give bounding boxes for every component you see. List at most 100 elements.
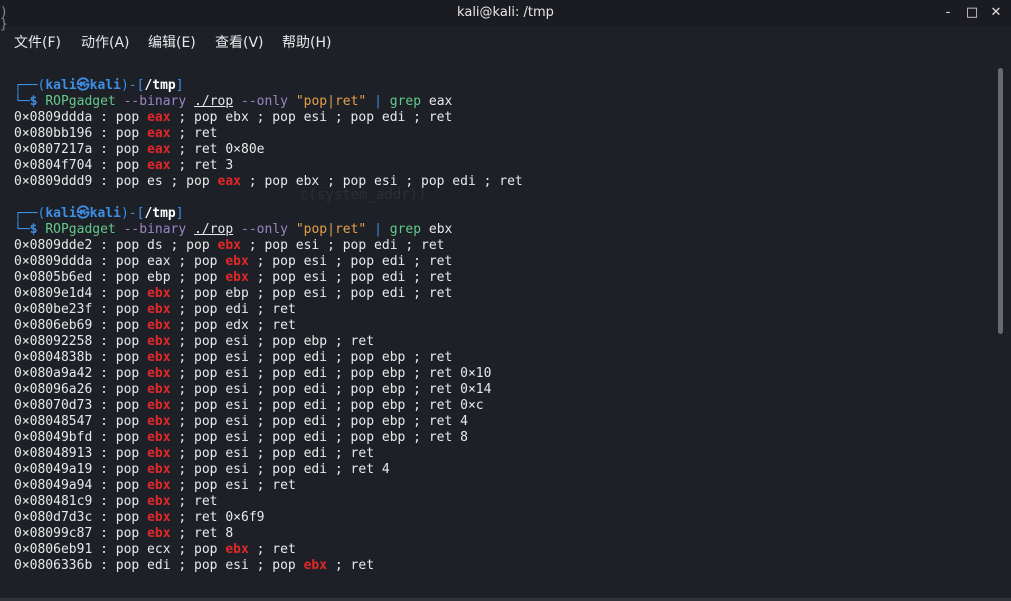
gadget-output-line: 0×0809ddd9 : pop es ; pop eax ; pop ebx … xyxy=(14,174,523,189)
gadget-output-line: 0×0804838b : pop ebx ; pop esi ; pop edi… xyxy=(14,350,453,365)
command-pattern: "pop|ret" xyxy=(295,222,367,237)
prompt-corner: └─ xyxy=(14,94,30,109)
menu-view[interactable]: 查看(V) xyxy=(215,32,264,52)
register-highlight: ebx xyxy=(147,286,171,301)
register-highlight: eax xyxy=(147,110,171,125)
prompt-close: ] xyxy=(175,78,184,93)
command-flag: --binary xyxy=(123,94,187,109)
maximize-button[interactable]: □ xyxy=(962,3,982,23)
register-highlight: ebx xyxy=(147,478,171,493)
register-highlight: ebx xyxy=(225,270,249,285)
command-grep: grep xyxy=(389,222,422,237)
title-bar: ) kali@kali: /tmp - □ ✕ xyxy=(0,0,1011,26)
prompt-corner: ┌──( xyxy=(14,206,46,221)
scrollbar[interactable] xyxy=(994,56,1011,601)
minimize-button[interactable]: - xyxy=(938,3,958,23)
menu-file[interactable]: 文件(F) xyxy=(14,32,61,52)
gadget-output-line: 0×0805b6ed : pop ebp ; pop ebx ; pop esi… xyxy=(14,270,453,285)
prompt-line: ┌──(kali㉿kali)-[/tmp] xyxy=(14,206,523,222)
prompt-close: ] xyxy=(175,206,184,221)
prompt-corner: ┌──( xyxy=(14,78,46,93)
prompt-separator: )-[ xyxy=(120,206,145,221)
gadget-output-line: 0×08092258 : pop ebx ; pop esi ; pop ebp… xyxy=(14,334,375,349)
command-flag: --only xyxy=(241,222,288,237)
register-highlight: ebx xyxy=(147,334,171,349)
prompt-host: kali xyxy=(89,206,121,221)
register-highlight: ebx xyxy=(147,494,171,509)
command-binary: ./rop xyxy=(194,222,234,237)
register-highlight: ebx xyxy=(147,302,171,317)
gadget-output-line: 0×0809ddda : pop eax ; pop ebx ; pop esi… xyxy=(14,110,453,125)
register-highlight: ebx xyxy=(147,350,171,365)
register-highlight: ebx xyxy=(147,446,171,461)
prompt-user: kali xyxy=(45,206,77,221)
menu-edit[interactable]: 编辑(E) xyxy=(148,32,196,52)
edge-brace-glyph: } xyxy=(0,17,8,32)
register-highlight: eax xyxy=(217,174,241,189)
prompt-user: kali xyxy=(45,78,77,93)
prompt-line: ┌──(kali㉿kali)-[/tmp] xyxy=(14,78,523,94)
register-highlight: ebx xyxy=(225,254,249,269)
gadget-output-line: 0×08099c87 : pop ebx ; ret 8 xyxy=(14,526,234,541)
register-highlight: ebx xyxy=(147,526,171,541)
command-binary: ./rop xyxy=(194,94,234,109)
register-highlight: ebx xyxy=(147,510,171,525)
register-highlight: eax xyxy=(147,142,171,157)
close-button[interactable]: ✕ xyxy=(986,3,1006,23)
prompt-dollar: $ xyxy=(29,222,46,237)
register-highlight: ebx xyxy=(225,542,249,557)
gadget-output-line: 0×080bb196 : pop eax ; ret xyxy=(14,126,218,141)
register-highlight: ebx xyxy=(147,462,171,477)
register-highlight: ebx xyxy=(217,238,241,253)
prompt-dollar: $ xyxy=(29,94,46,109)
prompt-at-symbol: ㉿ xyxy=(76,78,90,93)
gadget-output-line: 0×08048547 : pop ebx ; pop esi ; pop edi… xyxy=(14,414,468,429)
prompt-separator: )-[ xyxy=(120,78,145,93)
gadget-output-line: 0×0809e1d4 : pop ebx ; pop ebp ; pop esi… xyxy=(14,286,453,301)
prompt-directory: /tmp xyxy=(144,206,176,221)
gadget-output-line: 0×08049a94 : pop ebx ; pop esi ; ret xyxy=(14,478,296,493)
gadget-output-line: 0×080481c9 : pop ebx ; ret xyxy=(14,494,218,509)
register-highlight: ebx xyxy=(147,318,171,333)
gadget-output-line: 0×0809ddda : pop eax ; pop ebx ; pop esi… xyxy=(14,254,453,269)
command-pattern: "pop|ret" xyxy=(295,94,367,109)
prompt-directory: /tmp xyxy=(144,78,176,93)
scrollbar-thumb[interactable] xyxy=(998,68,1003,334)
gadget-output-line: 0×08070d73 : pop ebx ; pop esi ; pop edi… xyxy=(14,398,484,413)
command-program: ROPgadget xyxy=(45,94,116,109)
gadget-output-line: 0×08096a26 : pop ebx ; pop esi ; pop edi… xyxy=(14,382,492,397)
prompt-host: kali xyxy=(89,78,121,93)
register-highlight: ebx xyxy=(147,366,171,381)
command-pipe: | xyxy=(374,222,382,237)
prompt-corner: └─ xyxy=(14,222,30,237)
command-grep-term: eax xyxy=(428,94,453,109)
gadget-output-line: 0×08049a19 : pop ebx ; pop esi ; pop edi… xyxy=(14,462,390,477)
prompt-at-symbol: ㉿ xyxy=(76,206,90,221)
command-flag: --only xyxy=(241,94,288,109)
gadget-output-line: 0×08048913 : pop ebx ; pop esi ; pop edi… xyxy=(14,446,375,461)
gadget-output-line: 0×08049bfd : pop ebx ; pop esi ; pop edi… xyxy=(14,430,468,445)
register-highlight: ebx xyxy=(147,430,171,445)
gadget-output-line: 0×080a9a42 : pop ebx ; pop esi ; pop edi… xyxy=(14,366,492,381)
register-highlight: ebx xyxy=(303,558,328,573)
gadget-output-line: 0×0806eb91 : pop ecx ; pop ebx ; ret xyxy=(14,542,296,557)
register-highlight: ebx xyxy=(147,382,171,397)
gadget-output-line: 0×080be23f : pop ebx ; pop edi ; ret xyxy=(14,302,296,317)
register-highlight: ebx xyxy=(147,398,171,413)
gadget-output-line: 0×0809dde2 : pop ds ; pop ebx ; pop esi … xyxy=(14,238,445,253)
terminal-area[interactable]: c(system_addr)) ┌──(kali㉿kali)-[/tmp] └─$… xyxy=(0,56,994,601)
menu-action[interactable]: 动作(A) xyxy=(81,32,130,52)
command-grep: grep xyxy=(389,94,422,109)
register-highlight: ebx xyxy=(147,414,171,429)
command-line: └─$ ROPgadget --binary ./rop --only "pop… xyxy=(14,94,523,110)
command-flag: --binary xyxy=(123,222,187,237)
gadget-output-line: 0×0806336b : pop edi ; pop esi ; pop ebx… xyxy=(14,558,375,573)
gadget-output-line: 0×080d7d3c : pop ebx ; ret 0×6f9 xyxy=(14,510,265,525)
command-grep-term: ebx xyxy=(428,222,453,237)
gadget-output-line: 0×0804f704 : pop eax ; ret 3 xyxy=(14,158,234,173)
command-line: └─$ ROPgadget --binary ./rop --only "pop… xyxy=(14,222,523,238)
command-program: ROPgadget xyxy=(45,222,116,237)
menu-help[interactable]: 帮助(H) xyxy=(282,32,331,52)
register-highlight: eax xyxy=(147,158,171,173)
